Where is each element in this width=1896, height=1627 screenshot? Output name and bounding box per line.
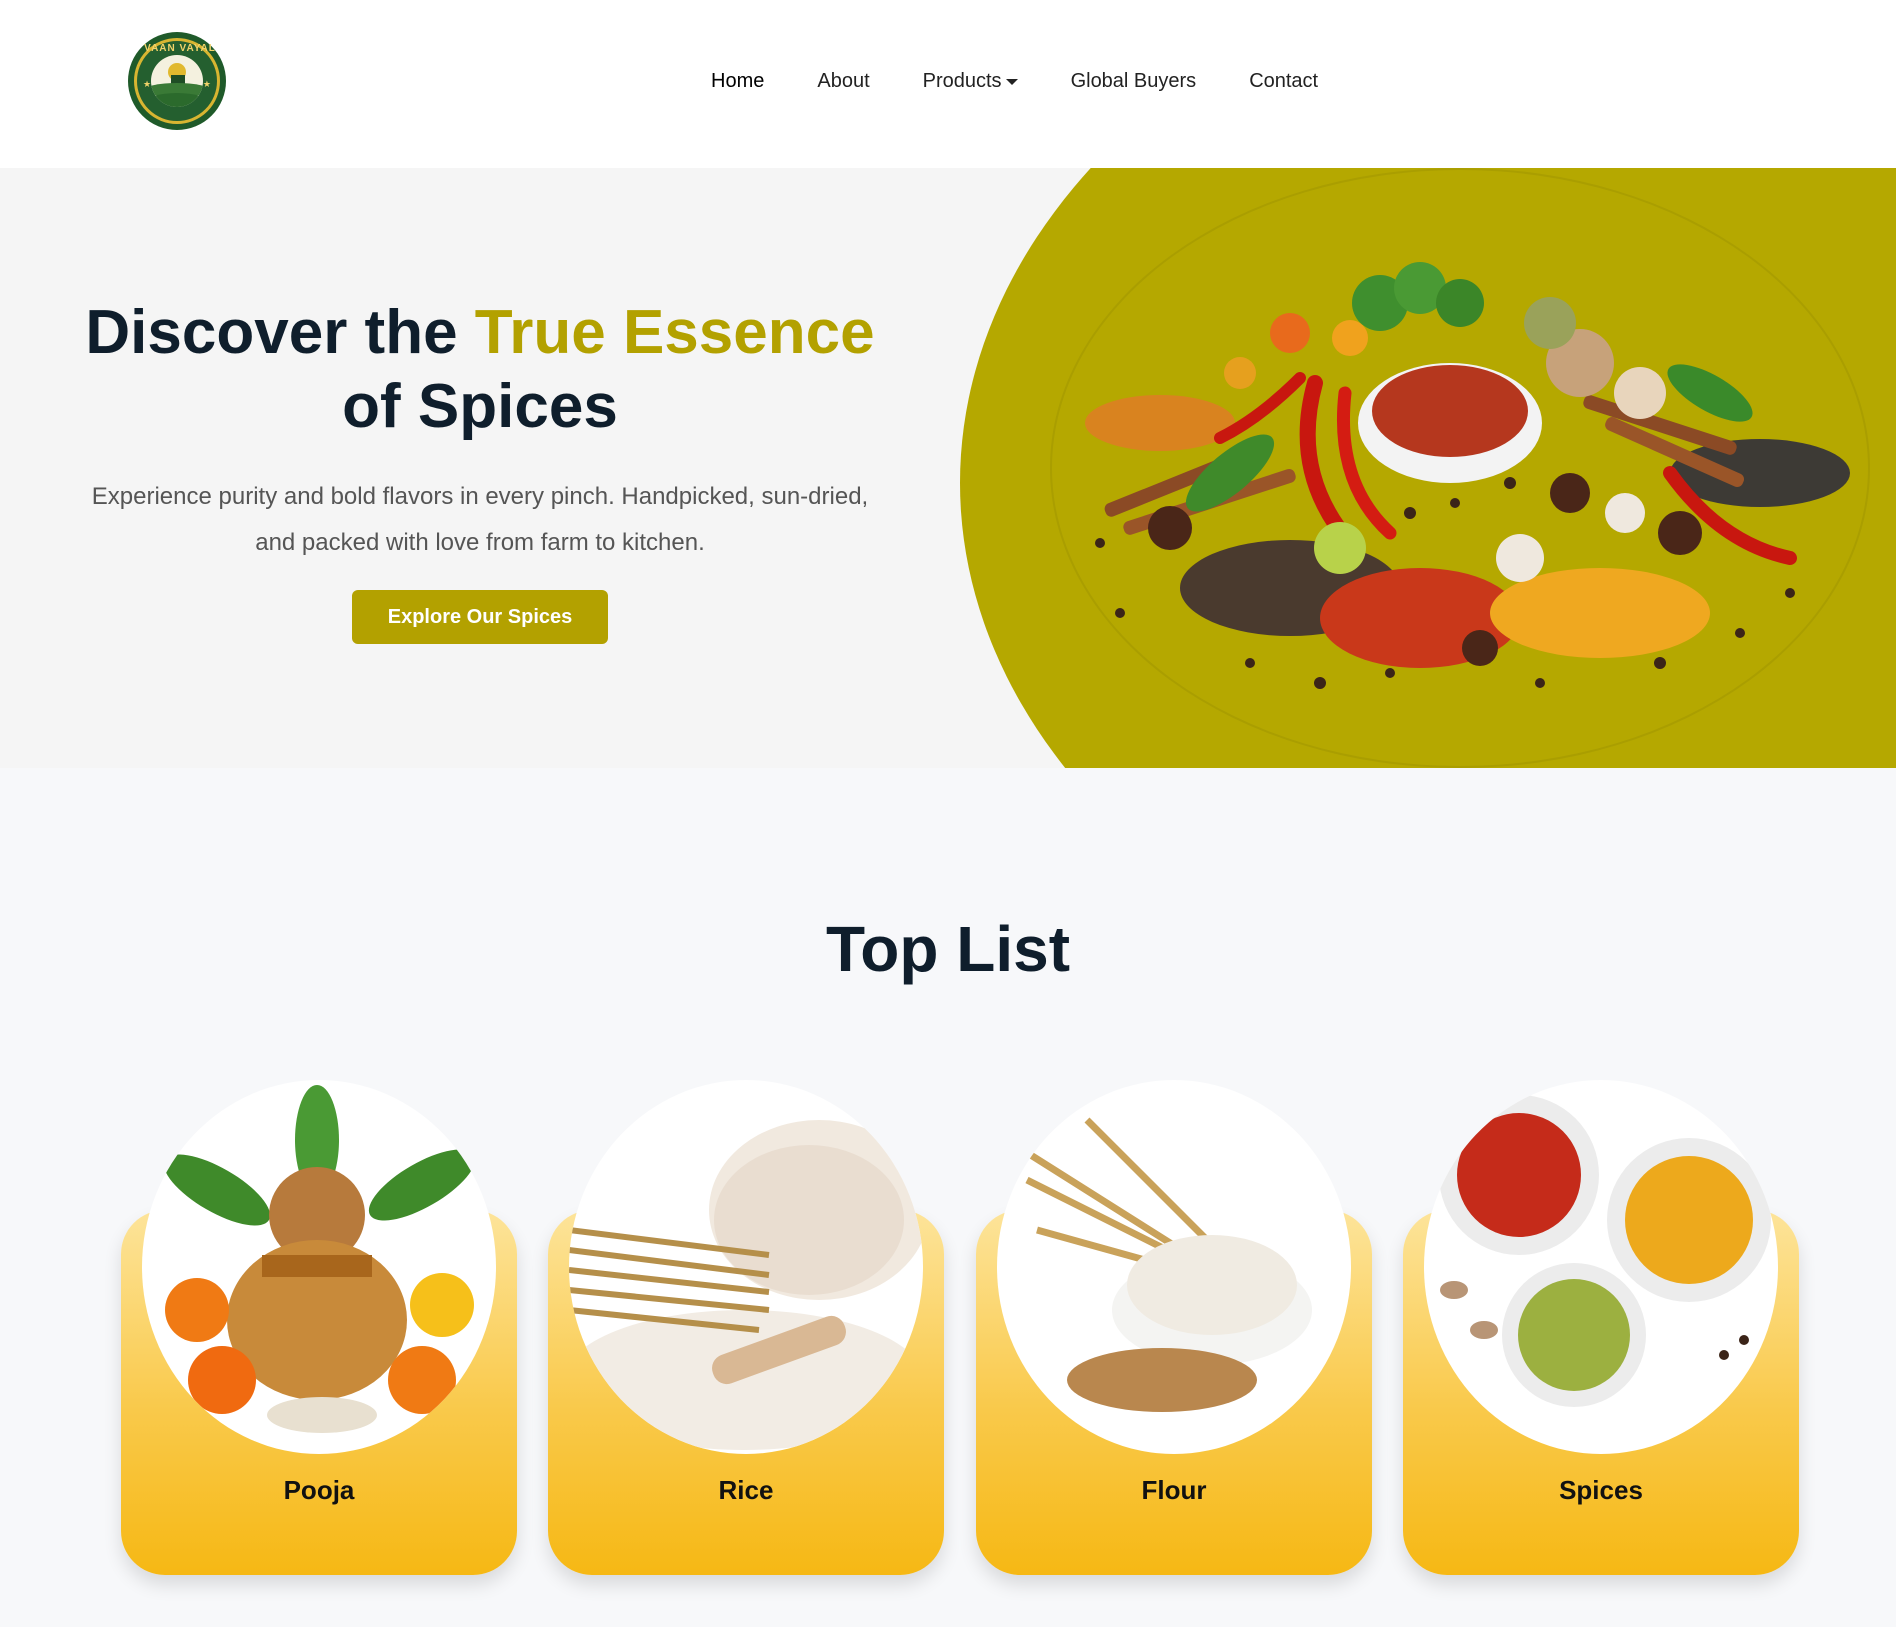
logo-text: VAAN VAYAL bbox=[144, 43, 216, 54]
top-list-title: Top List bbox=[825, 913, 1071, 985]
rice-image bbox=[569, 1080, 923, 1454]
spices-image bbox=[1424, 1080, 1778, 1454]
card-label-rice: Rice bbox=[718, 1475, 774, 1505]
nav-products[interactable]: Products bbox=[923, 70, 1018, 93]
card-label-flour: Flour bbox=[1141, 1475, 1207, 1505]
pooja-image bbox=[142, 1080, 496, 1454]
card-label-pooja: Pooja bbox=[283, 1475, 355, 1505]
hero-title: Discover the True Essence of Spices bbox=[60, 296, 900, 444]
hero-section: Discover the True Essence of Spices Expe… bbox=[0, 168, 1896, 768]
flour-image bbox=[997, 1080, 1351, 1454]
nav-home[interactable]: Home bbox=[711, 70, 764, 93]
logo-farm-icon bbox=[151, 55, 203, 107]
spices-hero-image bbox=[1085, 262, 1850, 689]
hero-title-part2: of Spices bbox=[342, 372, 618, 441]
hero-title-accent: True Essence bbox=[474, 298, 875, 367]
explore-spices-button[interactable]: Explore Our Spices bbox=[352, 590, 608, 644]
top-navbar: VAAN VAYAL ★ ★ Home About Products Globa… bbox=[0, 0, 1896, 168]
logo-star-icon: ★ bbox=[143, 79, 152, 89]
nav-contact[interactable]: Contact bbox=[1249, 70, 1318, 93]
hero-subtitle: Experience purity and bold flavors in ev… bbox=[91, 483, 869, 556]
card-label-spices: Spices bbox=[1559, 1475, 1643, 1505]
caret-down-icon bbox=[1005, 78, 1018, 85]
hero-title-part1: Discover the bbox=[85, 298, 475, 367]
nav-global-buyers[interactable]: Global Buyers bbox=[1071, 70, 1197, 93]
main-menu: Home About Products Global Buyers Contac… bbox=[711, 70, 1371, 93]
logo-star-icon: ★ bbox=[202, 79, 211, 89]
nav-about[interactable]: About bbox=[817, 70, 869, 93]
brand-logo[interactable]: VAAN VAYAL ★ ★ bbox=[128, 32, 226, 130]
logo-ring: VAAN VAYAL ★ ★ bbox=[134, 38, 220, 124]
nav-products-label: Products bbox=[922, 70, 1002, 92]
